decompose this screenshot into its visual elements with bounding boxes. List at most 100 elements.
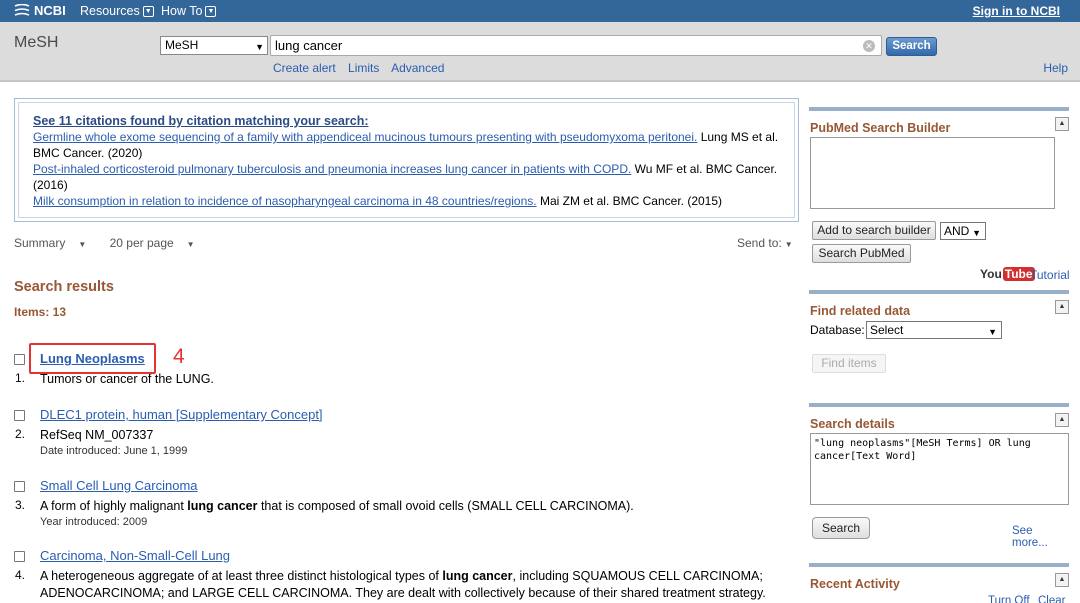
tutorial-link[interactable]: Tutorial	[1030, 268, 1070, 282]
search-builder-portlet: PubMed Search Builder ▲ Add to search bu…	[809, 107, 1070, 287]
collapse-icon[interactable]: ▲	[1055, 573, 1069, 587]
result-description: A heterogeneous aggregate of at least th…	[40, 568, 790, 602]
clear-link[interactable]: Clear	[1038, 595, 1065, 603]
result-title-link[interactable]: Small Cell Lung Carcinoma	[40, 478, 198, 493]
result-date: Year introduced: 2009	[40, 516, 148, 528]
search-input[interactable]: lung cancer ✕	[270, 35, 882, 56]
chevron-down-icon: ▼	[972, 228, 981, 238]
search-sublinks: Create alert Limits Advanced	[273, 61, 453, 75]
portlet-title: PubMed Search Builder	[810, 121, 951, 135]
highlighted-term: lung cancer	[187, 499, 258, 513]
related-database-value: Select	[870, 323, 904, 337]
result-item: 4. Carcinoma, Non-Small-Cell Lung A hete…	[14, 548, 794, 603]
recent-activity-portlet: Recent Activity ▲ Turn Off Clear	[809, 563, 1069, 603]
operator-value: AND	[944, 224, 970, 238]
result-checkbox[interactable]	[14, 410, 25, 421]
result-number: 4.	[15, 568, 26, 582]
caret-down-icon: ▼	[784, 240, 793, 249]
result-checkbox[interactable]	[14, 354, 25, 365]
database-title: MeSH	[14, 34, 59, 51]
summary-label: Summary	[14, 236, 66, 250]
find-items-button[interactable]: Find items	[812, 354, 886, 373]
ncbi-logo-text: NCBI	[34, 3, 66, 18]
search-header: MeSH MeSH ▼ lung cancer ✕ Search Create …	[0, 22, 1080, 82]
chevron-down-icon: ▼	[988, 327, 997, 337]
operator-select[interactable]: AND ▼	[940, 222, 986, 240]
ncbi-logo[interactable]: NCBI	[14, 3, 66, 18]
howto-menu[interactable]: How To ▼	[161, 4, 217, 18]
database-label: Database:	[810, 323, 865, 337]
caret-down-icon: ▼	[186, 240, 195, 249]
chevron-down-icon: ▼	[142, 5, 154, 17]
related-data-portlet: Find related data ▲ Database: Select ▼ Fi…	[809, 290, 1069, 400]
ncbi-helix-icon	[14, 4, 30, 16]
send-to-menu[interactable]: Send to: ▼	[737, 236, 793, 250]
citation-link[interactable]: Germline whole exome sequencing of a fam…	[33, 130, 697, 144]
portlet-title: Find related data	[810, 304, 911, 318]
result-title-link[interactable]: DLEC1 protein, human [Supplementary Conc…	[40, 407, 323, 422]
summary-format-menu[interactable]: Summary ▼	[14, 236, 96, 250]
portlet-title: Recent Activity	[810, 577, 900, 591]
chevron-down-icon: ▼	[255, 42, 264, 52]
help-link[interactable]: Help	[1043, 61, 1068, 75]
search-details-portlet: Search details ▲ "lung neoplasms"[MeSH T…	[809, 403, 1069, 553]
related-database-select[interactable]: Select ▼	[866, 321, 1002, 339]
advanced-link[interactable]: Advanced	[391, 61, 444, 75]
youtube-logo[interactable]: You Tube	[980, 267, 1035, 281]
youtube-you: You	[980, 267, 1002, 281]
citation-match-box: See 11 citations found by citation match…	[14, 98, 799, 222]
result-number: 3.	[15, 498, 26, 512]
description-text: that is composed of small ovoid cells (S…	[257, 499, 634, 513]
add-to-builder-button[interactable]: Add to search builder	[812, 221, 936, 240]
highlighted-term: lung cancer	[442, 569, 513, 583]
ncbi-top-bar: NCBI Resources ▼ How To ▼ Sign in to NCB…	[0, 0, 1080, 22]
citation-item: Germline whole exome sequencing of a fam…	[33, 129, 780, 161]
annotation-number: 4	[173, 345, 185, 368]
collapse-icon[interactable]: ▲	[1055, 413, 1069, 427]
see-more-link[interactable]: See more...	[1012, 525, 1069, 549]
howto-label: How To	[161, 4, 203, 18]
clear-icon[interactable]: ✕	[863, 40, 875, 52]
limits-link[interactable]: Limits	[348, 61, 379, 75]
turn-off-link[interactable]: Turn Off	[988, 595, 1030, 603]
description-text: Tumors or cancer of the LUNG.	[40, 372, 214, 386]
search-input-value: lung cancer	[275, 38, 343, 53]
resources-label: Resources	[80, 4, 140, 18]
result-item: 2. DLEC1 protein, human [Supplementary C…	[14, 407, 794, 462]
sign-in-link[interactable]: Sign in to NCBI	[973, 4, 1060, 18]
database-select-value: MeSH	[165, 38, 199, 52]
result-checkbox[interactable]	[14, 481, 25, 492]
per-page-label: 20 per page	[109, 236, 174, 250]
result-description: A form of highly malignant lung cancer t…	[40, 498, 790, 515]
chevron-down-icon: ▼	[205, 5, 217, 17]
description-text: A form of highly malignant	[40, 499, 188, 513]
caret-down-icon: ▼	[78, 240, 87, 249]
citation-link[interactable]: Milk consumption in relation to incidenc…	[33, 194, 537, 208]
annotation-highlight-box	[29, 343, 156, 374]
citation-source: Mai ZM et al. BMC Cancer. (2015)	[536, 194, 723, 208]
collapse-icon[interactable]: ▲	[1055, 300, 1069, 314]
result-description: RefSeq NM_007337	[40, 427, 790, 444]
details-search-button[interactable]: Search	[812, 517, 870, 539]
per-page-menu[interactable]: 20 per page ▼	[110, 236, 205, 250]
citation-item: Milk consumption in relation to incidenc…	[33, 193, 780, 209]
description-text: RefSeq NM_007337	[40, 428, 154, 442]
collapse-icon[interactable]: ▲	[1055, 117, 1069, 131]
resources-menu[interactable]: Resources ▼	[80, 4, 154, 18]
citation-match-inner: See 11 citations found by citation match…	[18, 102, 795, 218]
result-title-link[interactable]: Carcinoma, Non-Small-Cell Lung	[40, 548, 230, 563]
search-details-textarea[interactable]: "lung neoplasms"[MeSH Terms] OR lung can…	[810, 433, 1069, 505]
result-number: 1.	[15, 371, 26, 385]
builder-textarea[interactable]	[810, 137, 1055, 209]
results-title: Search results	[14, 279, 114, 295]
citation-item: Post-inhaled corticosteroid pulmonary tu…	[33, 161, 780, 193]
citation-link[interactable]: Post-inhaled corticosteroid pulmonary tu…	[33, 162, 631, 176]
database-select[interactable]: MeSH ▼	[160, 36, 268, 55]
portlet-title: Search details	[810, 417, 895, 431]
create-alert-link[interactable]: Create alert	[273, 61, 336, 75]
result-checkbox[interactable]	[14, 551, 25, 562]
search-button[interactable]: Search	[886, 37, 937, 56]
send-to-label: Send to:	[737, 236, 782, 250]
citation-heading[interactable]: See 11 citations found by citation match…	[33, 113, 780, 129]
search-pubmed-button[interactable]: Search PubMed	[812, 244, 911, 263]
